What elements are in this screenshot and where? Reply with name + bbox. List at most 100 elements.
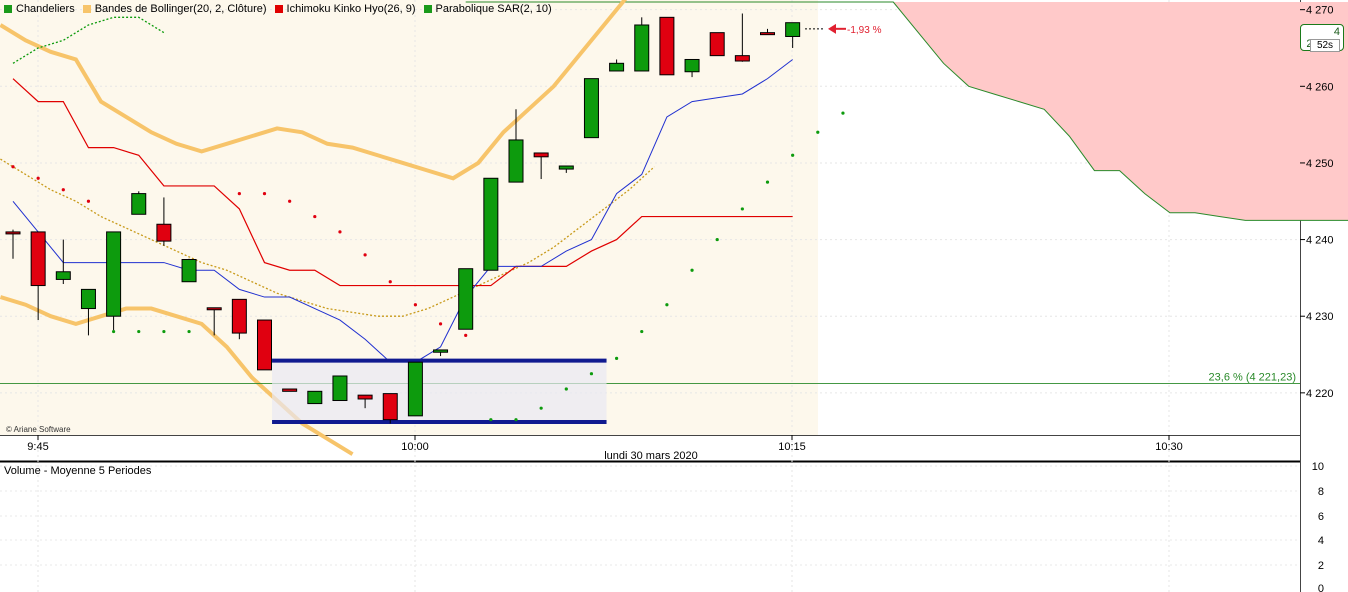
candle-body xyxy=(106,231,122,317)
legend-label: Bandes de Bollinger(20, 2, Clôture) xyxy=(94,3,267,15)
candle-body xyxy=(382,393,398,421)
candle-body xyxy=(483,177,499,271)
sar-dot xyxy=(313,214,317,219)
sar-dot xyxy=(237,191,241,196)
time-tick-label: 10:00 xyxy=(401,441,429,453)
sar-dot xyxy=(816,130,820,134)
sar-dot xyxy=(539,406,543,410)
candle xyxy=(407,361,423,417)
candle-body xyxy=(609,62,625,72)
price-tick-label: 4 240 xyxy=(1306,235,1334,247)
candle-body xyxy=(458,268,474,330)
legend-label: Parabolique SAR(2, 10) xyxy=(435,3,552,15)
candle-body xyxy=(433,349,449,353)
candle-body xyxy=(407,361,423,417)
legend: Chandeliers Bandes de Bollinger(20, 2, Cl… xyxy=(4,3,560,15)
time-tick-label: 10:15 xyxy=(778,441,806,453)
sar-dot xyxy=(413,303,417,307)
sar-dot xyxy=(589,372,594,376)
candle xyxy=(634,17,650,72)
candle-body xyxy=(709,32,725,57)
candle-body xyxy=(760,32,775,36)
candle xyxy=(583,78,599,139)
change-arrow-icon xyxy=(828,23,836,34)
time-tick-label: 10:30 xyxy=(1155,441,1183,453)
sar-dot xyxy=(86,199,91,203)
date-label: lundi 30 mars 2020 xyxy=(604,450,698,462)
candle-body xyxy=(131,193,147,215)
fib-label: 23,6 % (4 221,23) xyxy=(1209,371,1296,383)
sar-dot xyxy=(615,356,619,360)
sar-dot xyxy=(514,418,518,422)
candle-body xyxy=(558,165,574,170)
candle xyxy=(181,258,197,283)
sar-dot xyxy=(262,191,267,196)
price-tick-label: 4 250 xyxy=(1306,158,1334,170)
sar-dot xyxy=(112,329,116,334)
legend-swatch xyxy=(4,5,12,13)
sar-dot xyxy=(11,165,15,169)
candle xyxy=(382,393,398,424)
time-tick-label: 9:45 xyxy=(27,441,48,453)
price-tick-label: 4 260 xyxy=(1306,81,1334,93)
sar-dot xyxy=(489,418,493,422)
candle xyxy=(709,32,725,57)
candle-body xyxy=(533,152,549,158)
candle xyxy=(332,375,348,402)
sar-dot xyxy=(137,329,141,334)
legend-label: Chandeliers xyxy=(16,3,75,15)
sar-dot xyxy=(640,329,644,334)
candle xyxy=(282,388,298,392)
legend-label: Ichimoku Kinko Hyo(26, 9) xyxy=(286,3,416,15)
sar-dot xyxy=(740,207,744,211)
sar-dot xyxy=(288,199,292,203)
price-chart[interactable]: 4 2204 2304 2404 2504 2604 2709:45 10:00 1… xyxy=(0,0,1348,592)
sar-dot xyxy=(36,176,40,180)
legend-swatch xyxy=(82,5,91,13)
candle-timer: 52s xyxy=(1310,39,1340,52)
candle xyxy=(483,177,499,271)
candle-body xyxy=(156,223,172,242)
candle-body xyxy=(583,78,599,139)
candle-body xyxy=(634,24,650,72)
volume-tick-label: 2 xyxy=(1318,560,1324,572)
price-tick-label: 4 230 xyxy=(1306,311,1334,323)
sar-dot xyxy=(187,329,191,334)
sar-dot xyxy=(665,303,669,307)
candle-body xyxy=(307,390,323,405)
candle-body xyxy=(357,394,373,400)
candle-body xyxy=(5,231,21,235)
candle-body xyxy=(181,259,197,283)
sar-dot xyxy=(841,111,845,115)
candle-body xyxy=(332,375,348,402)
sar-dot xyxy=(338,230,342,234)
candle-body xyxy=(508,139,524,183)
candle-body xyxy=(785,22,801,37)
sar-dot xyxy=(715,237,719,242)
legend-item[interactable]: Parabolique SAR(2, 10) xyxy=(423,3,552,15)
candle-body xyxy=(734,55,750,62)
candle-body xyxy=(684,58,700,73)
volume-tick-label: 10 xyxy=(1312,461,1324,473)
candle xyxy=(458,268,474,330)
sar-dot xyxy=(388,280,392,284)
candle-body xyxy=(231,298,247,334)
candle xyxy=(659,16,675,76)
volume-tick-label: 6 xyxy=(1318,511,1324,523)
sar-dot xyxy=(61,188,65,192)
candle-body xyxy=(282,388,298,392)
candle xyxy=(231,298,247,340)
legend-swatch xyxy=(423,5,432,13)
legend-item[interactable]: Chandeliers xyxy=(4,3,75,15)
volume-tick-label: 4 xyxy=(1318,535,1324,547)
candle-body xyxy=(80,288,96,310)
candle-body xyxy=(30,231,46,287)
change-label: -1,93 % xyxy=(847,25,882,36)
legend-item[interactable]: Ichimoku Kinko Hyo(26, 9) xyxy=(274,3,416,15)
candle xyxy=(257,319,272,371)
legend-swatch xyxy=(274,5,283,13)
sar-dot xyxy=(438,322,443,326)
legend-item[interactable]: Bandes de Bollinger(20, 2, Clôture) xyxy=(82,3,267,15)
sar-dot xyxy=(564,387,568,391)
volume-tick-label: 8 xyxy=(1318,486,1324,498)
